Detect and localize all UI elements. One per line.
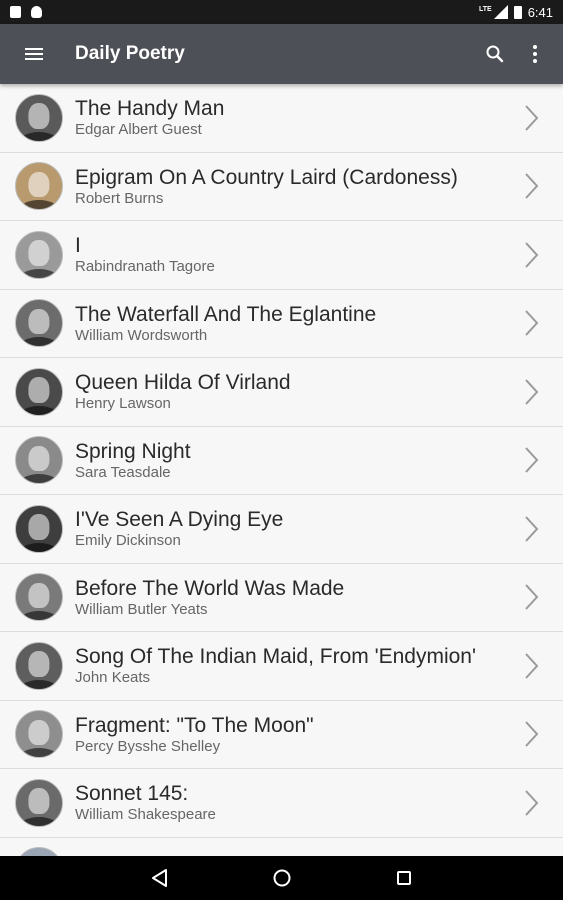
poem-list-item[interactable]: Spring Night Sara Teasdale	[0, 426, 563, 495]
author-avatar	[15, 299, 63, 348]
chevron-right-icon	[511, 440, 551, 480]
more-options-button[interactable]	[515, 24, 555, 84]
navigation-bar	[0, 856, 563, 900]
chevron-right-icon	[511, 509, 551, 549]
app-title: Daily Poetry	[75, 43, 185, 64]
poem-title: Queen Hilda Of Virland	[75, 371, 291, 395]
poem-author: Edgar Albert Guest	[75, 121, 202, 139]
poem-title: The Handy Man	[75, 97, 225, 121]
search-icon	[486, 45, 504, 63]
poem-author: William Shakespeare	[75, 806, 216, 824]
poem-author: William Butler Yeats	[75, 600, 208, 618]
home-icon	[273, 869, 290, 887]
poem-list-item[interactable]: The Waterfall And The Eglantine William W…	[0, 289, 563, 358]
poem-title: Sonnet 145:	[75, 782, 189, 806]
poem-list-item[interactable]: The Handy Man Edgar Albert Guest	[0, 84, 563, 153]
poem-author: William Wordsworth	[75, 326, 208, 344]
poem-list-item[interactable]: Fragment: "To The Moon" Percy Bysshe Shel…	[0, 700, 563, 769]
poem-list-item[interactable]: I Rabindranath Tagore	[0, 221, 563, 290]
poem-list[interactable]: The Handy Man Edgar Albert Guest Epigram O…	[0, 84, 563, 856]
author-avatar	[15, 162, 63, 211]
back-button[interactable]	[145, 863, 175, 893]
chevron-right-icon	[511, 372, 551, 412]
back-icon	[151, 869, 167, 887]
notification-icon	[10, 6, 21, 18]
android-icon	[31, 6, 42, 18]
poem-title: Spring Night	[75, 439, 191, 463]
chevron-right-icon	[511, 303, 551, 343]
poem-title: Epigram On A Country Laird (Cardoness)	[75, 165, 458, 189]
poem-list-item[interactable]: Song Of The Indian Maid, From 'Endymion'…	[0, 632, 563, 701]
chevron-right-icon	[511, 714, 551, 754]
status-time: 6:41	[527, 4, 553, 20]
author-avatar	[15, 436, 63, 485]
author-avatar	[15, 230, 63, 279]
more-vert-icon	[533, 45, 537, 63]
status-bar: LTE 6:41	[0, 0, 563, 24]
poem-list-item[interactable]: I'Ve Seen A Dying Eye Emily Dickinson	[0, 495, 563, 564]
poem-list-item[interactable]: Queen Hilda Of Virland Henry Lawson	[0, 358, 563, 427]
network-type: LTE	[478, 5, 492, 13]
poem-title: Fragment: "To The Moon"	[75, 713, 314, 737]
chevron-right-icon	[511, 166, 551, 206]
chevron-right-icon	[511, 235, 551, 275]
poem-list-item[interactable]: Epigram On A Country Laird (Cardoness) Ro…	[0, 152, 563, 221]
recents-button[interactable]	[389, 863, 419, 893]
author-avatar	[15, 847, 63, 856]
author-avatar	[15, 504, 63, 553]
search-button[interactable]	[475, 24, 515, 84]
poem-title: I	[75, 234, 81, 258]
poem-author: Percy Bysshe Shelley	[75, 737, 221, 755]
poem-author: Sara Teasdale	[75, 463, 171, 481]
home-button[interactable]	[267, 863, 297, 893]
poem-title: Song Of The Indian Maid, From 'Endymion'	[75, 645, 476, 669]
author-avatar	[15, 641, 63, 690]
poem-title: I'Ve Seen A Dying Eye	[75, 508, 284, 532]
poem-list-item[interactable]: Chapel 119	[0, 837, 563, 856]
author-avatar	[15, 93, 63, 142]
chevron-right-icon	[511, 98, 551, 138]
author-avatar	[15, 573, 63, 622]
poem-list-item[interactable]: Sonnet 145: William Shakespeare	[0, 769, 563, 838]
battery-icon	[513, 5, 522, 19]
menu-icon	[25, 48, 43, 60]
poem-author: John Keats	[75, 669, 151, 687]
menu-button[interactable]	[0, 24, 68, 84]
chevron-right-icon	[511, 577, 551, 617]
poem-title: Before The World Was Made	[75, 576, 345, 600]
poem-author: Rabindranath Tagore	[75, 258, 215, 276]
poem-title: The Waterfall And The Eglantine	[75, 302, 377, 326]
signal-icon	[493, 5, 508, 19]
author-avatar	[15, 778, 63, 827]
chevron-right-icon	[511, 646, 551, 686]
recents-icon	[396, 871, 411, 885]
app-bar: Daily Poetry	[0, 24, 563, 84]
poem-author: Robert Burns	[75, 189, 164, 207]
poem-list-item[interactable]: Before The World Was Made William Butler …	[0, 563, 563, 632]
chevron-right-icon	[511, 783, 551, 823]
author-avatar	[15, 367, 63, 416]
poem-author: Emily Dickinson	[75, 532, 181, 550]
poem-author: Henry Lawson	[75, 395, 171, 413]
author-avatar	[15, 710, 63, 759]
